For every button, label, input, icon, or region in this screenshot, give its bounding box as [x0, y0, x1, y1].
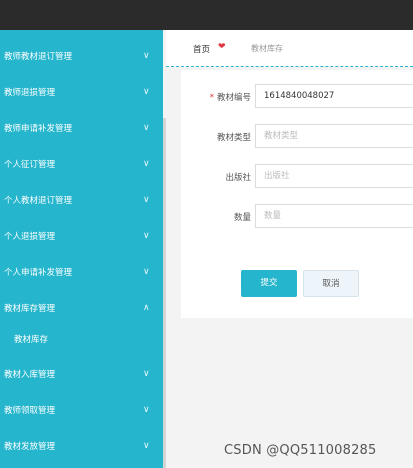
sidebar-subitem-inventory[interactable]: 教材库存 — [0, 324, 163, 354]
field-label-text: 教材编号 — [216, 93, 251, 103]
sidebar: 教师教材退订管理 ∨ 教师退损管理 ∨ 教师申请补发管理 ∨ 个人征订管理 ∨ … — [0, 30, 163, 468]
sidebar-item-label: 教师申请补发管理 — [4, 124, 73, 134]
sidebar-item-label: 教师领取管理 — [4, 406, 56, 416]
chevron-down-icon: ∨ — [143, 51, 150, 61]
sidebar-item-label: 个人退损管理 — [4, 232, 56, 242]
chevron-up-icon: ∧ — [143, 303, 150, 313]
sidebar-item-personal-order[interactable]: 个人征订管理 ∨ — [0, 146, 163, 182]
sidebar-item-label: 教师教材退订管理 — [4, 52, 73, 62]
sidebar-item-personal-damage[interactable]: 个人退损管理 ∨ — [0, 218, 163, 254]
field-label: 数量 — [233, 213, 251, 223]
quantity-field[interactable] — [255, 204, 413, 228]
cancel-button[interactable]: 取消 — [303, 270, 359, 297]
sidebar-item-distribution[interactable]: 教材发放管理 ∨ — [0, 428, 163, 464]
sidebar-item-teacher-damage[interactable]: 教师退损管理 ∨ — [0, 74, 163, 110]
chevron-down-icon: ∨ — [143, 267, 150, 277]
chevron-down-icon: ∨ — [143, 405, 150, 415]
heart-icon: ❤ — [218, 42, 226, 52]
textbook-number-field[interactable] — [255, 84, 413, 108]
sidebar-item-label: 教师退损管理 — [4, 88, 56, 98]
breadcrumb: 首页 ❤ 教材库存 — [166, 30, 413, 67]
watermark: CSDN @QQ511008285 — [224, 443, 377, 458]
sidebar-item-teacher-textbook-cancel[interactable]: 教师教材退订管理 ∨ — [0, 38, 163, 74]
sidebar-item-label: 教材库存管理 — [4, 304, 56, 314]
top-bar — [0, 0, 413, 30]
chevron-down-icon: ∨ — [143, 441, 150, 451]
sidebar-item-label: 教材入库管理 — [4, 370, 56, 380]
field-label: * 教材编号 — [210, 91, 251, 103]
textbook-type-field[interactable] — [255, 124, 413, 148]
sidebar-subitem-label: 教材库存 — [14, 335, 49, 345]
chevron-down-icon: ∨ — [143, 195, 150, 205]
sidebar-item-stock-in[interactable]: 教材入库管理 ∨ — [0, 356, 163, 392]
field-label: 出版社 — [225, 173, 251, 183]
main-content: 首页 ❤ 教材库存 *教材编号 教材类型 出版社 数量 提交 取消 — [166, 30, 413, 468]
sidebar-item-teacher-reissue[interactable]: 教师申请补发管理 ∨ — [0, 110, 163, 146]
sidebar-item-inventory[interactable]: 教材库存管理 ∧ — [0, 290, 163, 326]
sidebar-item-label: 个人教材退订管理 — [4, 196, 73, 206]
field-label: 教材类型 — [216, 133, 251, 143]
sidebar-item-label: 个人申请补发管理 — [4, 268, 73, 278]
form-row-textbook-number: * 教材编号 — [181, 84, 413, 110]
chevron-down-icon: ∨ — [143, 87, 150, 97]
chevron-down-icon: ∨ — [143, 231, 150, 241]
chevron-down-icon: ∨ — [143, 123, 150, 133]
sidebar-item-personal-textbook-cancel[interactable]: 个人教材退订管理 ∨ — [0, 182, 163, 218]
breadcrumb-current: 教材库存 — [251, 44, 283, 53]
breadcrumb-home[interactable]: 首页 — [193, 43, 210, 55]
sidebar-item-teacher-receive[interactable]: 教师领取管理 ∨ — [0, 392, 163, 428]
sidebar-item-label: 个人征订管理 — [4, 160, 56, 170]
form-card: *教材编号 教材类型 出版社 数量 提交 取消 — [181, 70, 413, 318]
chevron-down-icon: ∨ — [143, 369, 150, 379]
publisher-field[interactable] — [255, 164, 413, 188]
required-mark: * — [209, 93, 214, 103]
sidebar-item-personal-reissue[interactable]: 个人申请补发管理 ∨ — [0, 254, 163, 290]
form-row-publisher: 出版社 — [181, 164, 413, 190]
submit-button[interactable]: 提交 — [241, 270, 297, 297]
form-row-quantity: 数量 — [181, 204, 413, 230]
form-row-textbook-type: 教材类型 — [181, 124, 413, 150]
chevron-down-icon: ∨ — [143, 159, 150, 169]
sidebar-item-label: 教材发放管理 — [4, 442, 56, 452]
